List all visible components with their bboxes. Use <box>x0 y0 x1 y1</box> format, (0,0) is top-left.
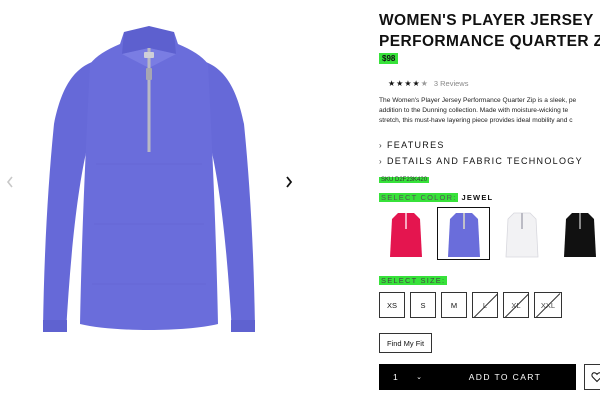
size-label: SELECT SIZE: <box>379 276 448 285</box>
swatch-white[interactable] <box>495 207 548 260</box>
accordion-features[interactable]: › FEATURES <box>379 140 445 150</box>
product-title-line2: PERFORMANCE QUARTER ZIP <box>379 33 600 50</box>
half-star-icon: ★ <box>420 78 428 88</box>
quantity-value: 1 <box>393 372 398 382</box>
color-label: SELECT COLOR: JEWEL <box>379 193 493 202</box>
swatch-jewel[interactable] <box>437 207 490 260</box>
color-label-text: SELECT COLOR: <box>379 193 459 202</box>
swatch-red[interactable] <box>379 207 432 260</box>
product-price: $98 <box>379 53 399 64</box>
star-icon: ★ <box>412 78 420 88</box>
wishlist-button[interactable] <box>584 364 600 390</box>
size-xxl[interactable]: XXL <box>534 292 562 318</box>
gallery-next-button[interactable] <box>281 170 297 194</box>
accordion-label: DETAILS AND FABRIC TECHNOLOGY <box>386 156 583 166</box>
swatch-red-image <box>389 212 422 257</box>
selected-color: JEWEL <box>461 193 494 202</box>
description-line: stretch, this must-have layering piece p… <box>379 117 573 124</box>
product-description: The Women's Player Jersey Performance Qu… <box>379 96 600 126</box>
size-xl[interactable]: XL <box>503 292 529 318</box>
chevron-right-icon: › <box>379 156 383 166</box>
swatch-black[interactable] <box>553 207 600 260</box>
gallery-prev-button[interactable] <box>2 170 18 194</box>
star-icon: ★ <box>404 78 412 88</box>
size-label-text: SELECT SIZE: <box>379 276 448 285</box>
description-line: The Women's Player Jersey Performance Qu… <box>379 97 577 104</box>
size-l[interactable]: L <box>472 292 498 318</box>
quantity-select[interactable]: 1 ⌄ <box>379 364 434 390</box>
swatch-white-image <box>505 212 538 257</box>
product-gallery <box>0 0 300 400</box>
chevron-right-icon: › <box>379 140 383 150</box>
heart-icon <box>591 372 600 383</box>
product-title: WOMEN'S PLAYER JERSEY PERFORMANCE QUARTE… <box>379 10 600 52</box>
accordion-label: FEATURES <box>386 140 445 150</box>
product-image[interactable] <box>36 24 262 344</box>
sku-text: SKU D2F23K420 <box>379 177 430 183</box>
description-line: addition to the Dunning collection. Made… <box>379 107 569 114</box>
accordion-details[interactable]: › DETAILS AND FABRIC TECHNOLOGY <box>379 156 583 166</box>
swatch-black-image <box>563 212 596 257</box>
find-my-fit-button[interactable]: Find My Fit <box>379 333 432 353</box>
size-s[interactable]: S <box>410 292 436 318</box>
chevron-right-icon <box>286 176 293 188</box>
sku: SKU D2F23K420 <box>379 177 430 183</box>
reviews-link[interactable]: 3 Reviews <box>434 79 469 88</box>
swatch-jewel-image <box>447 212 480 257</box>
size-m[interactable]: M <box>441 292 467 318</box>
size-options: XS S M L XL XXL <box>379 292 562 318</box>
star-icon: ★ <box>388 78 396 88</box>
product-info: WOMEN'S PLAYER JERSEY PERFORMANCE QUARTE… <box>379 0 600 400</box>
rating[interactable]: ★ ★ ★ ★ ★ 3 Reviews <box>388 79 468 88</box>
chevron-left-icon <box>6 176 13 188</box>
chevron-down-icon: ⌄ <box>416 374 422 381</box>
product-title-line1: WOMEN'S PLAYER JERSEY <box>379 12 594 29</box>
add-to-cart-button[interactable]: ADD TO CART <box>434 364 576 390</box>
star-icon: ★ <box>396 78 404 88</box>
size-xs[interactable]: XS <box>379 292 405 318</box>
color-swatches <box>379 207 600 260</box>
